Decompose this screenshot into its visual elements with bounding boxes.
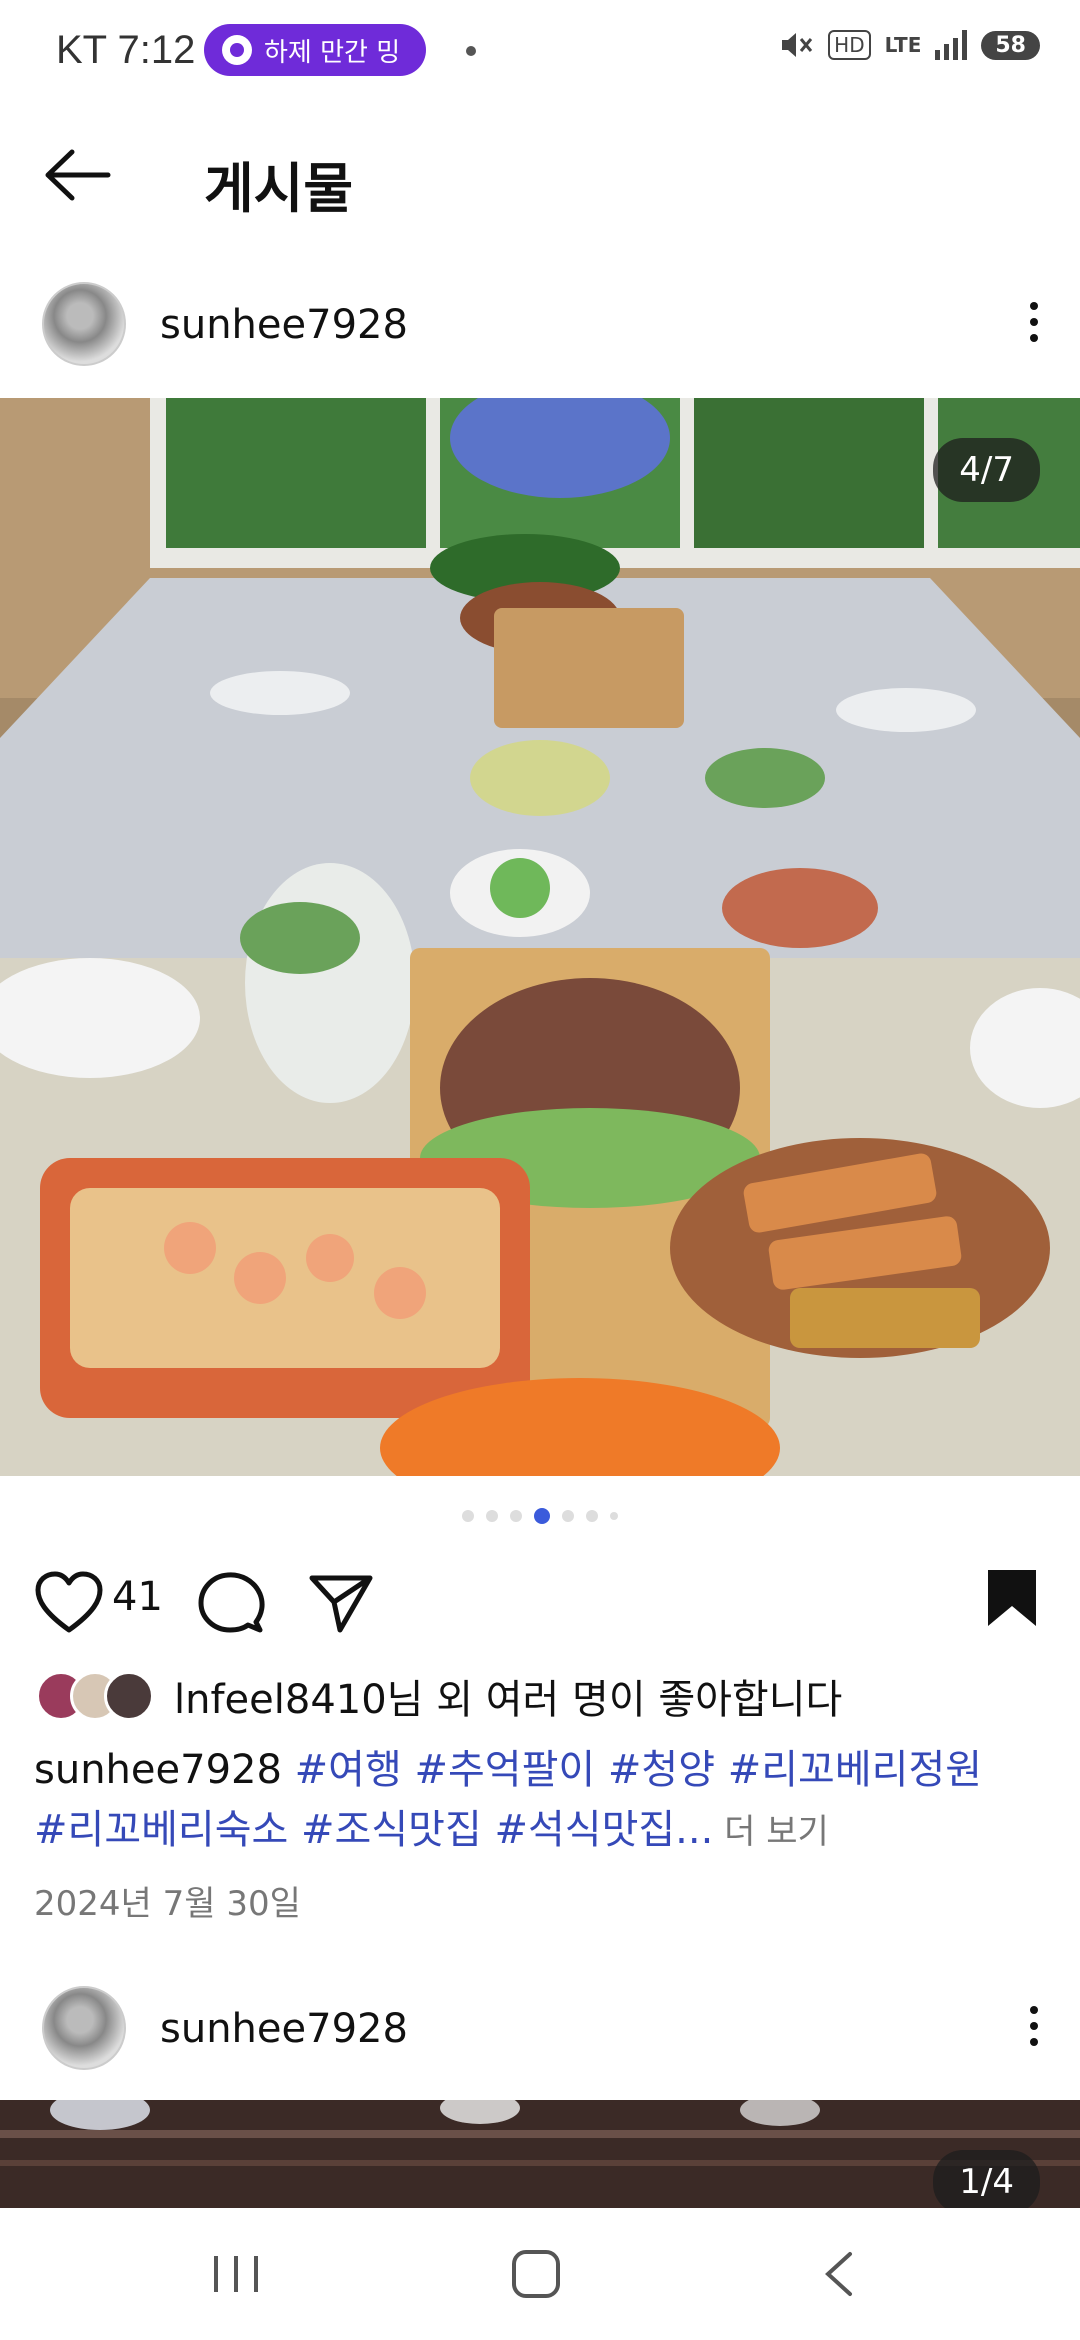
post-caption: sunhee7928 #여행 #추억팔이 #청양 #리꼬베리정원 #리꼬베리숙소… — [34, 1740, 1044, 1862]
liker-avatar — [104, 1671, 154, 1721]
mute-icon — [782, 33, 813, 57]
heart-icon[interactable] — [34, 1570, 104, 1636]
like-count[interactable]: 41 — [112, 1574, 163, 1620]
next-image-counter: 1/4 — [933, 2150, 1040, 2208]
status-time: KT 7:12 — [56, 28, 196, 72]
more-link[interactable]: 더 보기 — [713, 1812, 829, 1852]
recent-apps-icon[interactable] — [206, 2246, 266, 2302]
concert-photo — [0, 2100, 1080, 2208]
battery-indicator: 58 — [981, 30, 1040, 60]
carousel-dot — [586, 1510, 598, 1522]
avatar[interactable] — [42, 282, 126, 366]
avatar[interactable] — [42, 1986, 126, 2070]
more-vertical-icon[interactable] — [1024, 296, 1044, 356]
network-type: LTE — [884, 33, 922, 57]
next-post-image[interactable]: 1/4 — [0, 2100, 1080, 2208]
notification-pill-text: 하제 만간 밍 — [264, 37, 401, 68]
comment-icon[interactable] — [196, 1570, 266, 1636]
post-actions: 41 — [0, 1560, 1080, 1640]
carousel-dot — [562, 1510, 574, 1522]
bookmark-icon[interactable] — [984, 1566, 1040, 1630]
likes-text: lnfeel8410님 외 여러 명이 좋아합니다 — [174, 1677, 843, 1723]
carousel-dot — [534, 1508, 550, 1524]
back-arrow-icon[interactable] — [40, 140, 116, 210]
food-table-photo — [0, 398, 1080, 1476]
notification-dot — [466, 46, 476, 56]
more-vertical-icon[interactable] — [1024, 2000, 1044, 2060]
share-icon[interactable] — [306, 1570, 376, 1636]
image-counter: 4/7 — [933, 438, 1040, 502]
hd-badge: HD — [828, 30, 871, 60]
carousel-dot — [462, 1510, 474, 1522]
notification-pill[interactable]: 하제 만간 밍 — [204, 24, 427, 76]
home-icon[interactable] — [506, 2246, 566, 2302]
top-app-bar: 게시물 — [0, 110, 1080, 240]
back-nav-icon[interactable] — [810, 2246, 870, 2302]
carousel-dots — [0, 1508, 1080, 1524]
app-logo-icon — [222, 35, 252, 65]
post-date: 2024년 7월 30일 — [34, 1884, 301, 1924]
next-post-header: sunhee7928 — [0, 1970, 1080, 2090]
next-post-username[interactable]: sunhee7928 — [160, 2006, 408, 2052]
post-header: sunhee7928 — [0, 266, 1080, 386]
caption-username[interactable]: sunhee7928 — [34, 1747, 282, 1793]
post-image[interactable]: 4/7 — [0, 398, 1080, 1476]
post-username[interactable]: sunhee7928 — [160, 302, 408, 348]
status-bar: KT 7:12 하제 만간 밍 HD LTE 58 — [0, 0, 1080, 100]
system-nav-bar — [0, 2208, 1080, 2340]
caption-hashtags[interactable]: #여행 #추억팔이 #청양 #리꼬베리정원 — [282, 1747, 982, 1793]
carousel-dot — [610, 1512, 618, 1520]
caption-hashtags-2[interactable]: #리꼬베리숙소 #조식맛집 #석식맛집... — [34, 1807, 713, 1853]
status-icons: HD LTE 58 — [780, 30, 1040, 60]
signal-icon — [935, 30, 968, 60]
page-title: 게시물 — [204, 157, 354, 220]
carousel-dot — [510, 1510, 522, 1522]
likes-summary[interactable]: lnfeel8410님 외 여러 명이 좋아합니다 — [36, 1666, 842, 1726]
carousel-dot — [486, 1510, 498, 1522]
